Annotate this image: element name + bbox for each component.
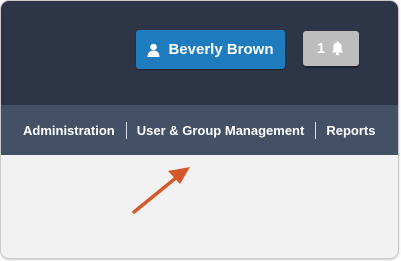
nav-divider — [315, 121, 317, 139]
top-header: Beverly Brown 1 — [1, 1, 398, 105]
content-area — [1, 155, 398, 258]
app-window: Beverly Brown 1 Administration User & Gr… — [1, 1, 398, 258]
main-navigation: Administration User & Group Management R… — [1, 105, 398, 155]
user-icon — [147, 43, 160, 57]
user-name: Beverly Brown — [168, 41, 274, 58]
user-menu-button[interactable]: Beverly Brown — [136, 30, 285, 69]
notification-count: 1 — [316, 40, 326, 57]
nav-item-user-group-management[interactable]: User & Group Management — [137, 123, 305, 138]
nav-item-administration[interactable]: Administration — [23, 123, 115, 138]
nav-divider — [125, 121, 127, 139]
nav-item-reports[interactable]: Reports — [326, 123, 375, 138]
bell-icon — [330, 41, 345, 56]
notifications-button[interactable]: 1 — [303, 31, 359, 66]
